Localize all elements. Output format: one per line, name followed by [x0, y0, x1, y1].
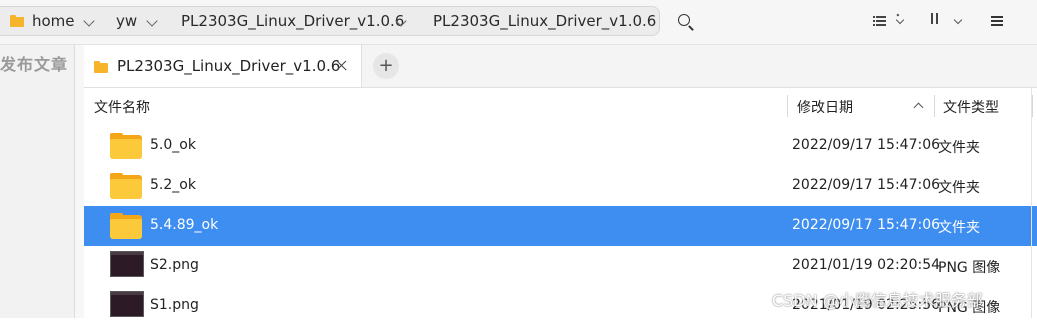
file-row[interactable]: S2.png 2021/01/19 02:20:54 PNG 图像	[84, 246, 1037, 286]
column-header-name[interactable]: 文件名称	[94, 97, 150, 117]
breadcrumb-label: PL2303G_Linux_Driver_v1.0.6	[181, 12, 405, 30]
chevron-down-icon[interactable]	[83, 15, 95, 27]
scrollbar[interactable]	[1031, 88, 1032, 318]
file-list: 文件名称 修改日期 文件类型 5.0_ok 2022/09/17 15:47:0…	[84, 88, 1037, 318]
column-header: 文件名称 修改日期 文件类型	[84, 88, 1037, 124]
tab-bar: PL2303G_Linux_Driver_v1.0.6 +	[84, 45, 1037, 88]
column-header-modified[interactable]: 修改日期	[797, 97, 853, 117]
side-panel-text: 发布文章	[0, 55, 69, 74]
folder-icon	[94, 61, 108, 73]
location-bar: home yw PL2303G_Linux_Driver_v1.0.6 PL23…	[0, 0, 1037, 45]
image-thumbnail	[110, 291, 144, 317]
search-icon	[678, 14, 690, 26]
column-resize-handle[interactable]	[934, 95, 935, 117]
file-modified: 2022/09/17 15:47:06	[792, 217, 941, 233]
side-panel: 发布文章	[0, 45, 75, 318]
column-resize-handle[interactable]	[787, 95, 788, 117]
folder-icon	[110, 213, 142, 239]
breadcrumb-item-driver-current[interactable]: PL2303G_Linux_Driver_v1.0.6	[433, 7, 656, 35]
image-thumbnail	[110, 251, 144, 277]
file-type: 文件夹	[938, 220, 980, 236]
breadcrumb-item-yw[interactable]: yw	[116, 7, 158, 35]
hamburger-menu-icon[interactable]	[991, 8, 1007, 36]
tab-current-folder[interactable]: PL2303G_Linux_Driver_v1.0.6	[84, 45, 362, 87]
tab-label: PL2303G_Linux_Driver_v1.0.6	[117, 57, 341, 75]
chevron-down-icon	[895, 15, 905, 25]
new-tab-button[interactable]: +	[373, 53, 399, 79]
file-row[interactable]: 5.0_ok 2022/09/17 15:47:06 文件夹	[84, 126, 1037, 166]
file-modified: 2022/09/17 15:47:06	[792, 177, 941, 193]
column-header-type[interactable]: 文件类型	[943, 97, 999, 117]
search-button[interactable]	[671, 8, 699, 36]
breadcrumb-label: PL2303G_Linux_Driver_v1.0.6	[433, 12, 657, 30]
file-name: 5.2_ok	[150, 177, 196, 193]
folder-icon	[110, 173, 142, 199]
file-name: S2.png	[150, 257, 199, 273]
chevron-down-icon	[953, 15, 963, 25]
breadcrumb-item-driver[interactable]: PL2303G_Linux_Driver_v1.0.6	[181, 7, 407, 35]
breadcrumb-label: yw	[116, 12, 138, 30]
file-modified: 2021/01/19 02:20:54	[792, 257, 941, 273]
file-row[interactable]: 5.2_ok 2022/09/17 15:47:06 文件夹	[84, 166, 1037, 206]
file-name: 5.4.89_ok	[150, 217, 219, 233]
sort-button[interactable]	[928, 8, 968, 36]
breadcrumb: home yw PL2303G_Linux_Driver_v1.0.6 PL23…	[0, 6, 660, 36]
file-modified: 2022/09/17 15:47:06	[792, 137, 941, 153]
breadcrumb-label: home	[32, 12, 75, 30]
chevron-down-icon[interactable]	[146, 15, 158, 27]
file-type: 文件夹	[938, 140, 980, 156]
column-resize-handle[interactable]	[1032, 95, 1033, 117]
folder-icon	[10, 15, 24, 27]
file-type: 文件夹	[938, 180, 980, 196]
folder-icon	[110, 133, 142, 159]
view-mode-button[interactable]	[871, 8, 911, 36]
file-name: S1.png	[150, 297, 199, 313]
file-type: PNG 图像	[938, 260, 1001, 276]
sort-ascending-icon	[913, 102, 924, 113]
close-icon[interactable]	[334, 58, 350, 74]
file-name: 5.0_ok	[150, 137, 196, 153]
watermark: CSDN @小鹰信息技术服务部	[772, 291, 983, 310]
file-row-selected[interactable]: 5.4.89_ok 2022/09/17 15:47:06 文件夹	[84, 206, 1037, 246]
